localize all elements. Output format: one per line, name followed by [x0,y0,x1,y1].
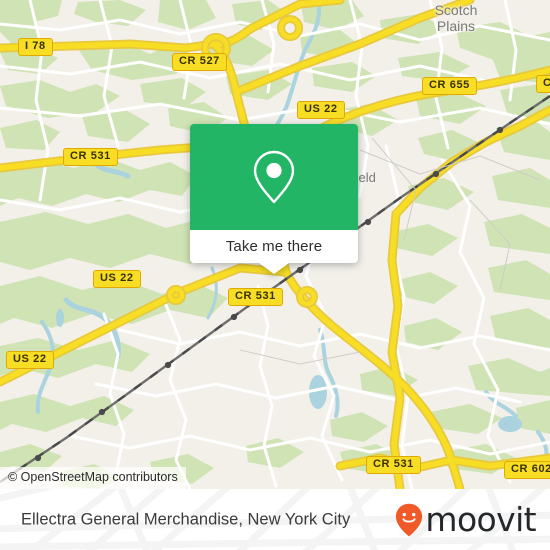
road-shield-us-22-2[interactable]: US 22 [297,101,345,119]
map-attribution[interactable]: © OpenStreetMap contributors [0,467,186,489]
road-shield-cr-655-3[interactable]: CR 655 [422,77,477,95]
map-canvas[interactable]: Scotch Plains field I 78 CR 527 US 22 CR 655 C… [0,0,550,489]
road-shield-cr-602-10[interactable]: CR 602 [504,461,550,479]
road-shield-cr-4[interactable]: CR [536,75,550,93]
road-shield-cr-531-7[interactable]: CR 531 [228,288,283,306]
footer-bar: Ellectra General Merchandise, New York C… [0,489,550,550]
road-shield-cr-531-9[interactable]: CR 531 [366,456,421,474]
road-shield-i-78-0[interactable]: I 78 [18,38,53,56]
road-shield-cr-531-5[interactable]: CR 531 [63,148,118,166]
moovit-pin-smile-icon [396,503,423,536]
location-callout-card[interactable]: Take me there [190,124,358,274]
place-label-scotch-plains: Scotch Plains [434,2,478,34]
place-title: Ellectra General Merchandise, New York C… [21,510,351,528]
moovit-wordmark: moovit [425,499,536,539]
take-me-there-label: Take me there [225,238,323,255]
moovit-map-screenshot: Scotch Plains field I 78 CR 527 US 22 CR 655 C… [0,0,550,550]
moovit-logo[interactable]: moovit [395,499,537,539]
callout-pointer-tail [259,263,289,274]
map-pin-icon [253,150,295,204]
road-shield-cr-527-1[interactable]: CR 527 [172,53,227,71]
callout-icon-panel [190,124,358,230]
road-shield-us-22-8[interactable]: US 22 [6,351,54,369]
place-label-field: field [352,170,376,185]
road-shield-us-22-6[interactable]: US 22 [93,270,141,288]
callout-action-panel[interactable]: Take me there [190,230,358,274]
